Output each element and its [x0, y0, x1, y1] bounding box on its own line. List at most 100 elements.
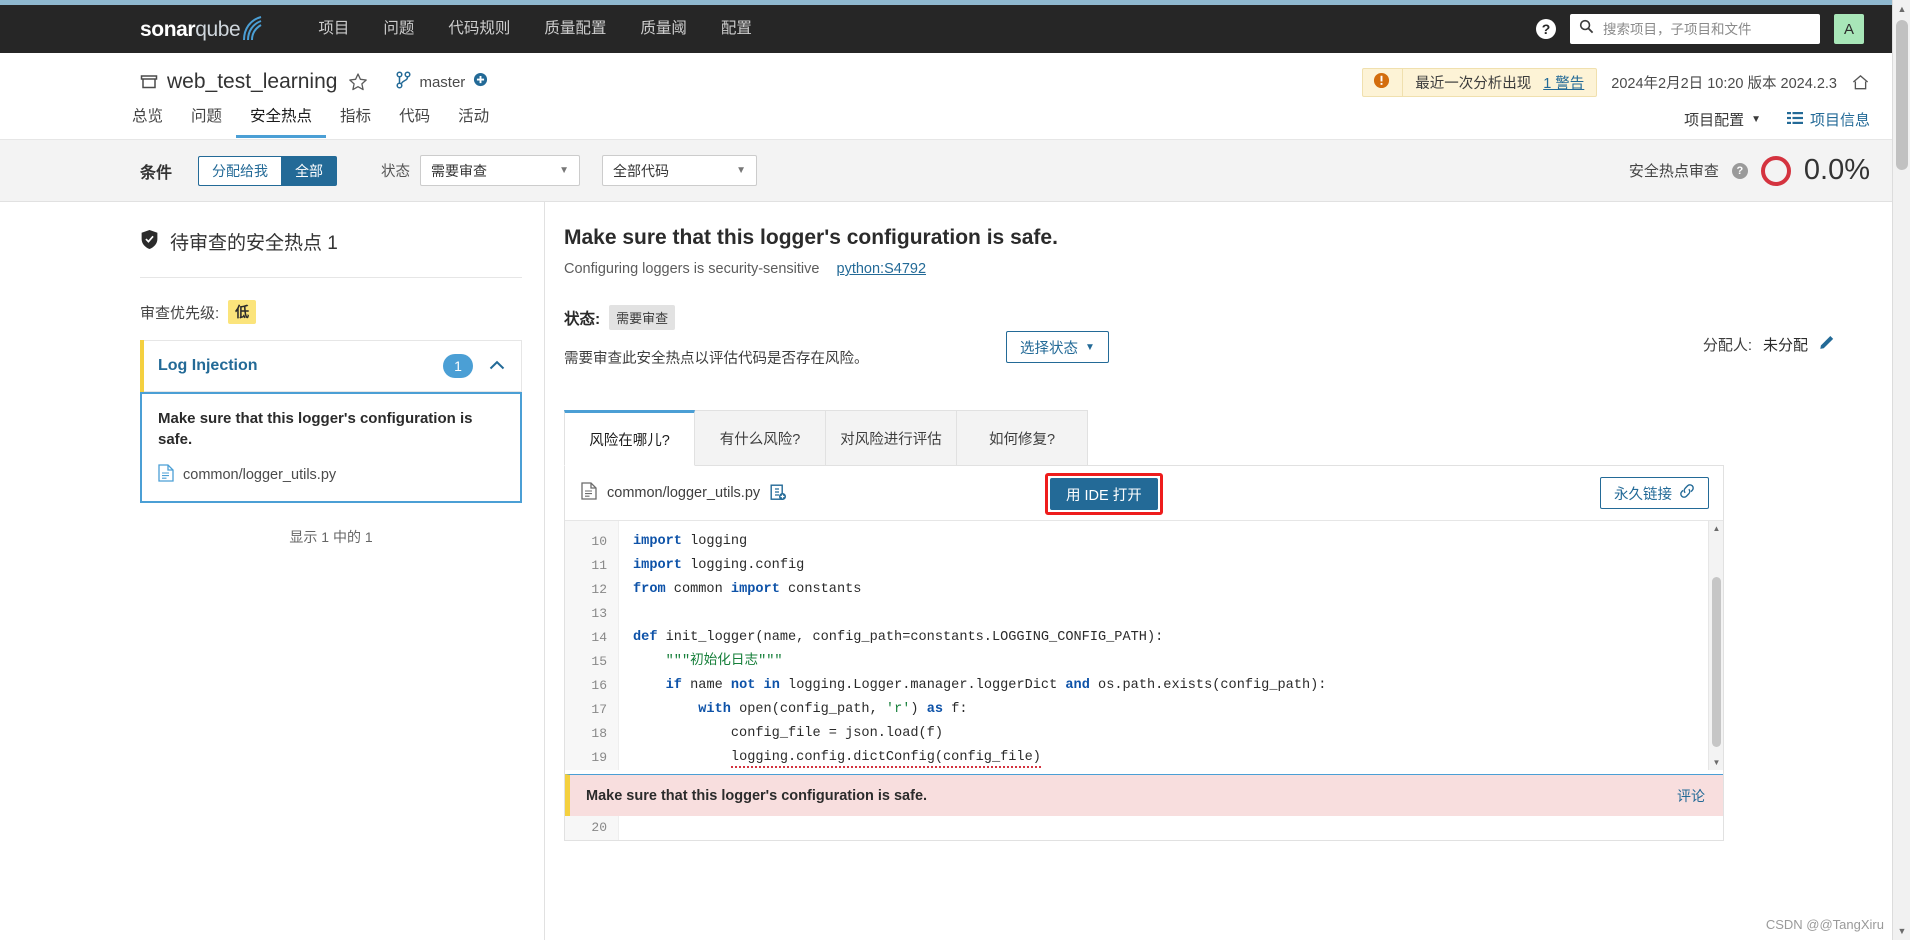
line-number: 11: [591, 558, 607, 573]
watermark: CSDN @@TangXiru: [1765, 917, 1884, 932]
security-review-label: 安全热点审查: [1628, 163, 1719, 180]
hotspot-category-header[interactable]: Log Injection 1: [144, 340, 522, 392]
open-in-ide-highlight: 用 IDE 打开: [1045, 473, 1163, 515]
page-scrollbar-thumb[interactable]: [1896, 20, 1908, 170]
global-nav-right: ? A: [1536, 14, 1892, 44]
status-filter-select[interactable]: 需要审查 ▼: [420, 155, 581, 186]
hotspot-message: Make sure that this logger's configurati…: [158, 410, 473, 449]
line-number: 12: [591, 582, 607, 597]
branch-add-icon[interactable]: [473, 72, 488, 92]
project-information-button[interactable]: 项目信息: [1786, 109, 1870, 130]
chevron-down-icon: ▼: [1085, 341, 1095, 353]
select-status-button[interactable]: 选择状态 ▼: [1006, 331, 1109, 363]
line-number: 18: [591, 726, 607, 741]
code-line: """初始化日志""": [665, 654, 783, 669]
tab-whats-the-risk[interactable]: 有什么风险?: [695, 410, 826, 466]
comment-link[interactable]: 评论: [1677, 786, 1705, 806]
page-title: web_test_learning: [167, 70, 338, 93]
tab-code[interactable]: 代码: [385, 104, 444, 138]
tab-measures[interactable]: 指标: [326, 104, 385, 138]
select-status-label: 选择状态: [1020, 340, 1078, 357]
security-review-summary: 安全热点审查 ? 0.0%: [1629, 154, 1870, 187]
permalink-button[interactable]: 永久链接: [1600, 477, 1709, 509]
scroll-up-icon[interactable]: ▲: [1893, 0, 1910, 18]
code-scrollbar[interactable]: ▲ ▼: [1708, 521, 1723, 770]
hotspot-status-block: 状态: 需要审查 需要审查此安全热点以评估代码是否存在风险。 选择状态 ▼ 分配…: [560, 305, 1850, 368]
scroll-down-icon[interactable]: ▼: [1893, 922, 1910, 940]
nav-item-administration[interactable]: 配置: [704, 5, 769, 53]
logo-text-bold: sonar: [140, 18, 196, 41]
tab-how-can-i-fix-it[interactable]: 如何修复?: [957, 410, 1088, 466]
chevron-down-icon: ▼: [1751, 114, 1761, 125]
hotspot-category-count: 1: [443, 354, 473, 378]
line-number: 10: [591, 534, 607, 549]
tab-activity[interactable]: 活动: [444, 104, 503, 138]
code-line-numbers-trailing: 20: [565, 816, 619, 840]
line-number: 13: [591, 606, 607, 621]
warning-count-link[interactable]: 1 警告: [1543, 72, 1584, 93]
filter-title: 条件: [140, 164, 173, 182]
code-line: logging.config.dictConfig(config_file): [619, 746, 1723, 770]
help-icon[interactable]: ?: [1731, 162, 1748, 179]
nav-item-quality-gates[interactable]: 质量阈: [623, 5, 704, 53]
scroll-down-icon[interactable]: ▼: [1709, 755, 1724, 770]
tab-where-is-the-risk[interactable]: 风险在哪儿?: [564, 410, 695, 466]
hotspot-file-row: common/logger_utils.py: [158, 463, 504, 486]
tab-security-hotspots[interactable]: 安全热点: [236, 104, 327, 138]
project-box-icon: [140, 73, 158, 91]
code-line: import logging: [633, 534, 748, 549]
line-number: 16: [591, 678, 607, 693]
sonarqube-logo[interactable]: sonar qube: [140, 16, 263, 42]
nav-item-projects[interactable]: 项目: [301, 5, 366, 53]
tab-overview[interactable]: 总览: [118, 104, 177, 138]
sidebar-result-count: 显示 1 中的 1: [289, 528, 373, 545]
code-line: with open(config_path, 'r') as f:: [698, 702, 968, 717]
favorite-star-icon[interactable]: [348, 72, 368, 92]
copy-path-icon[interactable]: [770, 484, 787, 502]
app-root: sonar qube 项目 问题 代码规则 质量配置 质量阈 配置 ? 搜索项目…: [0, 0, 1910, 940]
hotspot-detail-title: Make sure that this logger's configurati…: [564, 226, 1058, 249]
review-priority-row: 审查优先级: 低: [140, 278, 522, 340]
list-item[interactable]: Make sure that this logger's configurati…: [140, 392, 522, 503]
code-line: if name not in logging.Logger.manager.lo…: [665, 678, 1327, 693]
project-tabs: 总览 问题 安全热点 指标 代码 活动 项目配置 ▼ 项目信息: [0, 95, 1892, 138]
line-number: 15: [591, 654, 607, 669]
filter-bar: 条件 分配给我 全部 状态 需要审查 ▼ 全部代码 ▼ 安全热点审查 ? 0.0…: [0, 140, 1892, 202]
edit-pencil-icon[interactable]: [1819, 333, 1836, 355]
list-icon: [1786, 110, 1803, 130]
logo-text-light: qube: [195, 18, 241, 41]
code-scrollbar-thumb[interactable]: [1712, 577, 1721, 747]
assignee-value: 未分配: [1762, 336, 1808, 354]
status-filter-label: 状态: [381, 164, 411, 180]
help-icon[interactable]: ?: [1536, 19, 1556, 39]
avatar[interactable]: A: [1834, 14, 1864, 44]
tab-issues[interactable]: 问题: [177, 104, 236, 138]
nav-item-quality-profiles[interactable]: 质量配置: [527, 5, 623, 53]
nav-item-issues[interactable]: 问题: [366, 5, 431, 53]
home-icon[interactable]: [1851, 73, 1870, 92]
tab-assess-the-risk[interactable]: 对风险进行评估: [826, 410, 957, 466]
code-line: def init_logger(name, config_path=consta…: [633, 630, 1164, 645]
code-panel-header: common/logger_utils.py 用 IDE 打开 永久链接: [565, 466, 1723, 521]
hotspot-rule-key-link[interactable]: python:S4792: [837, 261, 927, 277]
scroll-up-icon[interactable]: ▲: [1709, 521, 1724, 536]
chevron-up-icon[interactable]: [489, 358, 505, 374]
code-line: config_file = json.load(f): [633, 726, 943, 741]
toggle-assigned-to-me[interactable]: 分配给我: [198, 155, 282, 186]
project-information-label: 项目信息: [1809, 112, 1870, 129]
scope-filter-select[interactable]: 全部代码 ▼: [602, 155, 758, 186]
search-box[interactable]: [1570, 14, 1820, 44]
hotspot-category-name: Log Injection: [158, 357, 258, 374]
permalink-label: 永久链接: [1614, 486, 1672, 503]
open-in-ide-button[interactable]: 用 IDE 打开: [1050, 478, 1158, 510]
toggle-all[interactable]: 全部: [281, 155, 338, 186]
search-input[interactable]: [1601, 20, 1811, 38]
chevron-down-icon: ▼: [736, 165, 747, 176]
code-file-name: common/logger_utils.py: [607, 485, 761, 501]
branch-selector[interactable]: master: [396, 70, 488, 94]
nav-item-rules[interactable]: 代码规则: [431, 5, 527, 53]
logo-waves-icon: [241, 16, 263, 42]
page-scrollbar[interactable]: ▲ ▼: [1892, 0, 1910, 940]
project-settings-dropdown[interactable]: 项目配置 ▼: [1684, 109, 1761, 130]
